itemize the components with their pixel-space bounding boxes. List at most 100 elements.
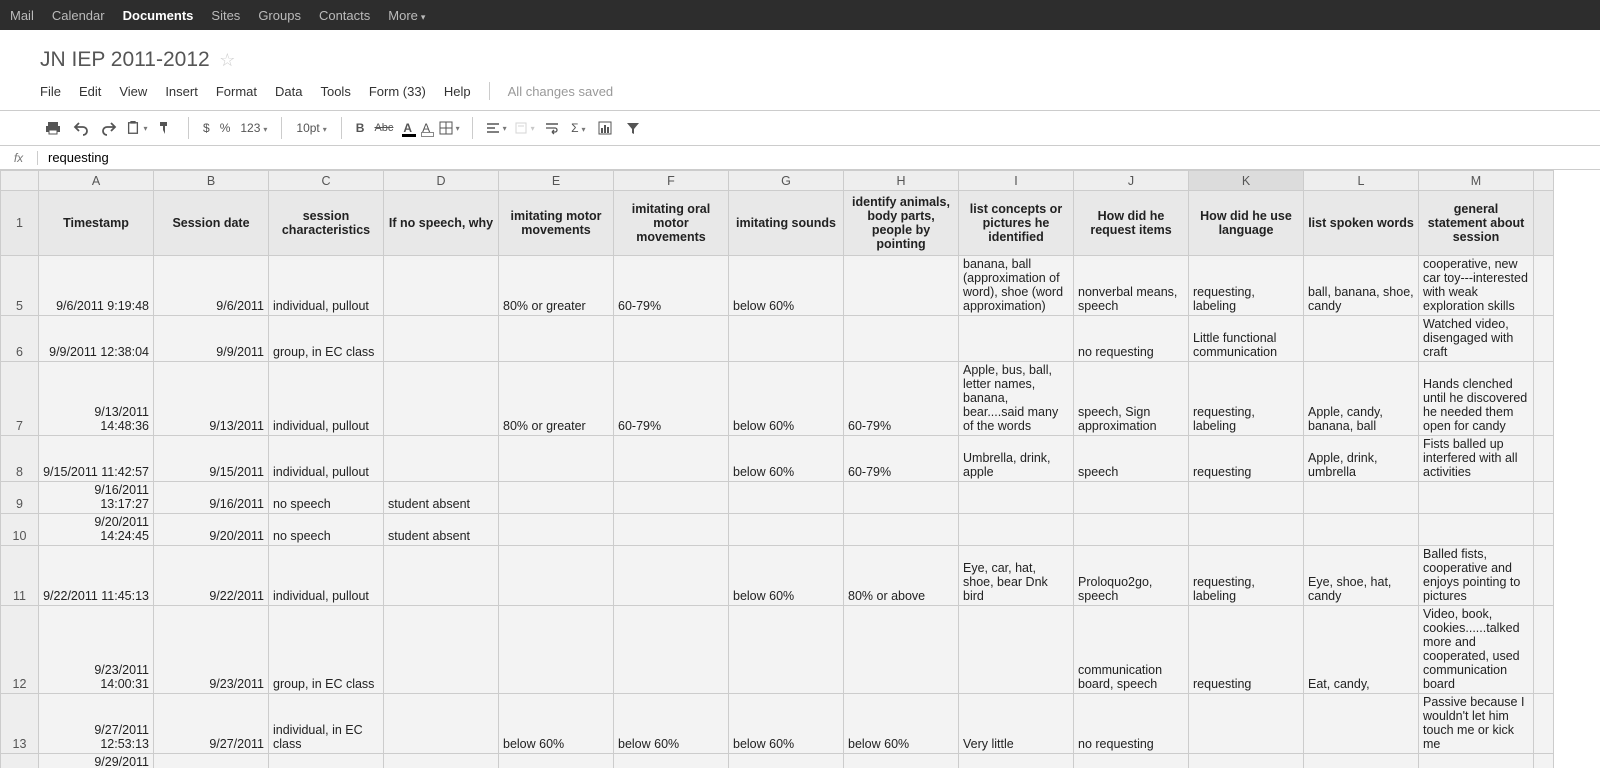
header-cell[interactable]: identify animals, body parts, people by … [844,191,959,256]
cell[interactable] [844,514,959,546]
cell[interactable]: 9/22/2011 11:45:13 [39,546,154,606]
cell[interactable] [384,694,499,754]
cell[interactable]: below 60% [844,694,959,754]
cell[interactable]: requesting, labeling [1189,362,1304,436]
cell[interactable]: 9/16/2011 13:17:27 [39,482,154,514]
cell[interactable] [1304,316,1419,362]
header-cell[interactable]: imitating oral motor movements [614,191,729,256]
cell[interactable] [1534,191,1554,256]
cell[interactable] [959,316,1074,362]
cell[interactable]: individual, pullout [269,436,384,482]
cell[interactable]: 9/9/2011 12:38:04 [39,316,154,362]
cell[interactable]: 9/15/2011 [154,436,269,482]
cell[interactable] [844,482,959,514]
cell[interactable] [729,606,844,694]
cell[interactable]: 9/22/2011 [154,546,269,606]
column-header[interactable]: H [844,171,959,191]
cell[interactable]: 9/15/2011 11:42:57 [39,436,154,482]
cell[interactable] [844,754,959,769]
chart-icon[interactable] [592,115,618,141]
column-header[interactable]: C [269,171,384,191]
cell[interactable]: banana, ball (approximation of word), sh… [959,256,1074,316]
column-header[interactable] [1534,171,1554,191]
cell[interactable] [384,256,499,316]
menu-view[interactable]: View [119,84,147,99]
cell[interactable]: no speech [269,482,384,514]
column-header[interactable]: D [384,171,499,191]
cell[interactable]: individual, in EC class [269,694,384,754]
cell[interactable] [959,754,1074,769]
cell[interactable]: speech, Sign approximation [1074,362,1189,436]
cell[interactable]: no speech [269,514,384,546]
cell[interactable] [1304,754,1419,769]
row-header[interactable]: 11 [1,546,39,606]
cell[interactable]: Apple, drink, umbrella [1304,436,1419,482]
percent-button[interactable]: % [216,121,235,135]
row-header[interactable]: 10 [1,514,39,546]
cell[interactable]: 80% or above [844,546,959,606]
cell[interactable]: individual, pullout [269,256,384,316]
bold-button[interactable]: B [352,121,369,135]
cell[interactable] [1304,514,1419,546]
cell[interactable] [499,316,614,362]
cell[interactable]: Eat, candy, [1304,606,1419,694]
cell[interactable] [614,606,729,694]
column-header[interactable]: E [499,171,614,191]
header-cell[interactable]: imitating sounds [729,191,844,256]
cell[interactable] [729,754,844,769]
cell[interactable]: 80% or greater [499,256,614,316]
cell[interactable]: 60-79% [614,362,729,436]
redo-icon[interactable] [96,115,122,141]
cell[interactable]: 9/23/2011 14:00:31 [39,606,154,694]
cell[interactable] [1534,514,1554,546]
cell[interactable]: 80% or greater [499,362,614,436]
cell[interactable]: below 60% [499,694,614,754]
cell[interactable]: 9/29/2011 [154,754,269,769]
cell[interactable] [499,482,614,514]
formula-input[interactable] [38,148,1600,167]
filter-icon[interactable] [620,115,646,141]
text-color-button[interactable]: A [399,121,416,135]
cell[interactable] [1534,546,1554,606]
cell[interactable] [1534,316,1554,362]
cell[interactable] [614,316,729,362]
print-icon[interactable] [40,115,66,141]
row-header[interactable]: 12 [1,606,39,694]
cell[interactable] [1534,362,1554,436]
cell[interactable]: Eye, car, hat, shoe, bear Dnk bird [959,546,1074,606]
header-cell[interactable]: How did he use language [1189,191,1304,256]
cell[interactable] [614,436,729,482]
valign-icon[interactable] [511,115,537,141]
cell[interactable] [1534,482,1554,514]
nav-sites[interactable]: Sites [211,8,240,23]
column-header[interactable]: F [614,171,729,191]
cell[interactable]: speech [1074,436,1189,482]
font-size-button[interactable]: 10pt [292,121,330,135]
cell[interactable]: individual, pullout [269,362,384,436]
cell[interactable] [1189,754,1304,769]
cell[interactable]: group, in EC class [269,606,384,694]
nav-groups[interactable]: Groups [258,8,301,23]
row-header[interactable]: 9 [1,482,39,514]
cell[interactable] [1304,694,1419,754]
cell[interactable]: requesting, labeling [1189,256,1304,316]
cell[interactable]: 9/16/2011 [154,482,269,514]
nav-documents[interactable]: Documents [123,8,194,23]
cell[interactable] [1534,694,1554,754]
cell[interactable] [1189,514,1304,546]
strike-button[interactable]: Abc [370,122,397,134]
cell[interactable] [499,546,614,606]
cell[interactable] [1304,482,1419,514]
column-header[interactable]: K [1189,171,1304,191]
cell[interactable]: Hands clenched until he discovered he ne… [1419,362,1534,436]
cell[interactable] [1534,256,1554,316]
align-icon[interactable] [483,115,509,141]
header-cell[interactable]: imitating motor movements [499,191,614,256]
clipboard-icon[interactable] [124,115,150,141]
cell[interactable] [1419,754,1534,769]
cell[interactable] [1419,482,1534,514]
cell[interactable]: student absent [384,514,499,546]
cell[interactable] [1534,606,1554,694]
header-cell[interactable]: list spoken words [1304,191,1419,256]
row-header[interactable]: 14 [1,754,39,769]
